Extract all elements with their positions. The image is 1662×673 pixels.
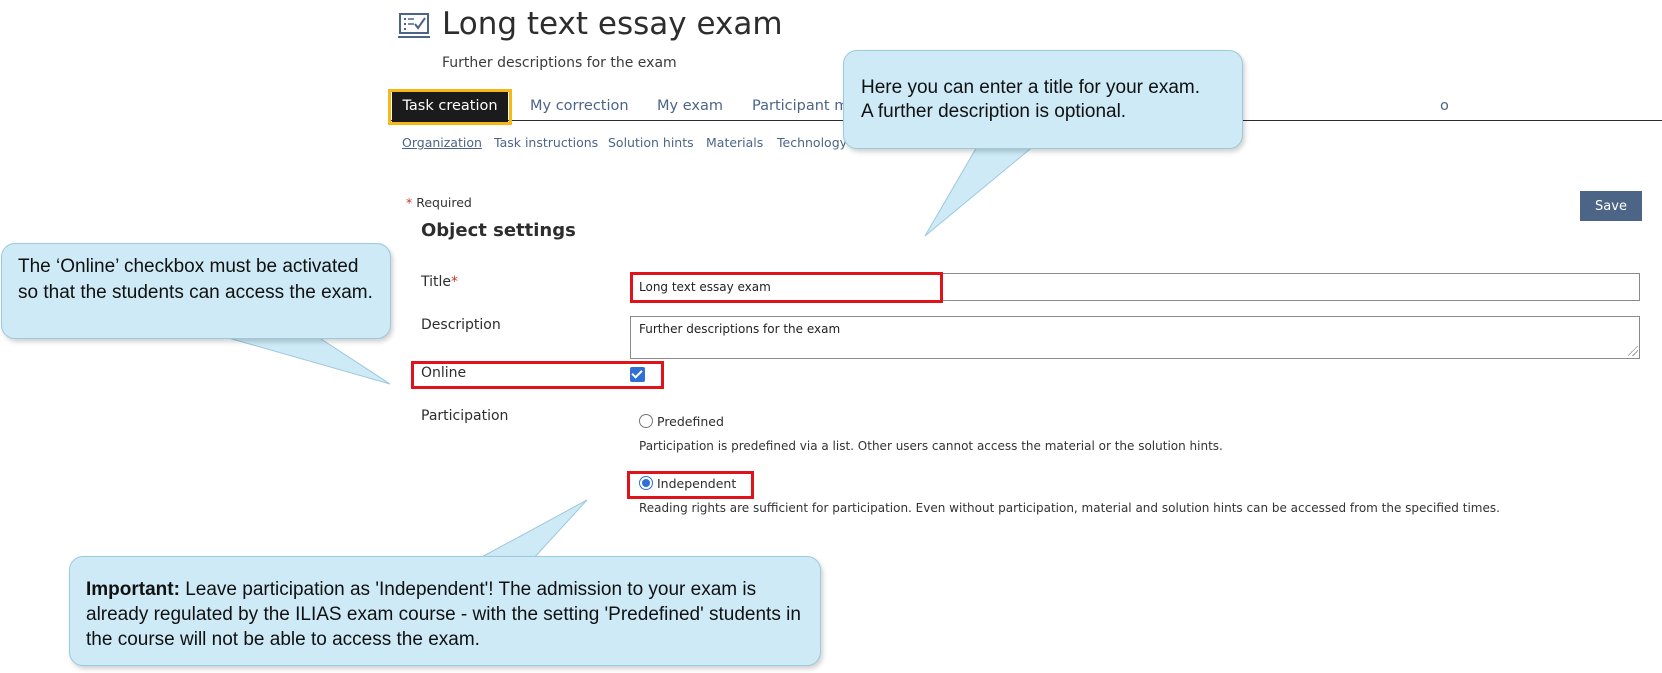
active-tab-highlight	[388, 89, 512, 125]
tab-my-exam[interactable]: My exam	[657, 90, 723, 122]
title-label: Title*	[421, 274, 458, 290]
participation-predefined-label[interactable]: Predefined	[657, 414, 724, 429]
save-button[interactable]: Save	[1580, 191, 1642, 221]
tab-my-correction[interactable]: My correction	[530, 90, 629, 122]
tab-participant-management[interactable]: Participant m	[752, 90, 848, 122]
page-description: Further descriptions for the exam	[442, 55, 677, 71]
online-help-callout: The ‘Online’ checkbox must be activated …	[1, 243, 391, 339]
required-label: Required	[416, 195, 472, 210]
subtab-organization[interactable]: Organization	[402, 135, 482, 150]
subtab-task-instructions[interactable]: Task instructions	[494, 135, 598, 150]
title-help-callout: Here you can enter a title for your exam…	[843, 50, 1243, 149]
participation-help-strong: Important:	[86, 579, 180, 600]
section-heading: Object settings	[421, 220, 576, 241]
subtab-materials[interactable]: Materials	[706, 135, 763, 150]
participation-independent-info: Reading rights are sufficient for partic…	[639, 501, 1500, 515]
description-input[interactable]: Further descriptions for the exam	[630, 316, 1640, 359]
page-title: Long text essay exam	[442, 6, 783, 42]
title-help-line-1: Here you can enter a title for your exam…	[861, 77, 1200, 98]
subtab-solution-hints[interactable]: Solution hints	[608, 135, 694, 150]
participation-predefined-radio[interactable]	[639, 414, 653, 428]
participation-help-pointer	[477, 499, 588, 560]
online-field-highlight	[411, 361, 664, 389]
online-help-pointer	[224, 336, 391, 385]
title-help-line-2: A further description is optional.	[861, 101, 1127, 122]
resize-grip-icon[interactable]	[1628, 346, 1638, 356]
exam-checklist-icon	[398, 13, 430, 38]
independent-option-highlight	[627, 471, 754, 499]
title-required-star: *	[451, 274, 459, 290]
tab-partially-hidden[interactable]: o	[1440, 90, 1449, 122]
participation-predefined-info: Participation is predefined via a list. …	[639, 439, 1223, 453]
subtab-technology[interactable]: Technology	[777, 135, 847, 150]
participation-help-text: Leave participation as 'Independent'! Th…	[86, 579, 801, 650]
title-field-highlight	[630, 272, 943, 303]
required-star: *	[406, 195, 413, 210]
participation-label: Participation	[421, 408, 509, 424]
title-help-pointer	[924, 144, 1037, 237]
participation-help-callout: Important: Leave participation as 'Indep…	[69, 556, 821, 666]
description-label: Description	[421, 317, 501, 333]
title-label-text: Title	[421, 274, 452, 290]
required-note: * Required	[406, 195, 472, 210]
